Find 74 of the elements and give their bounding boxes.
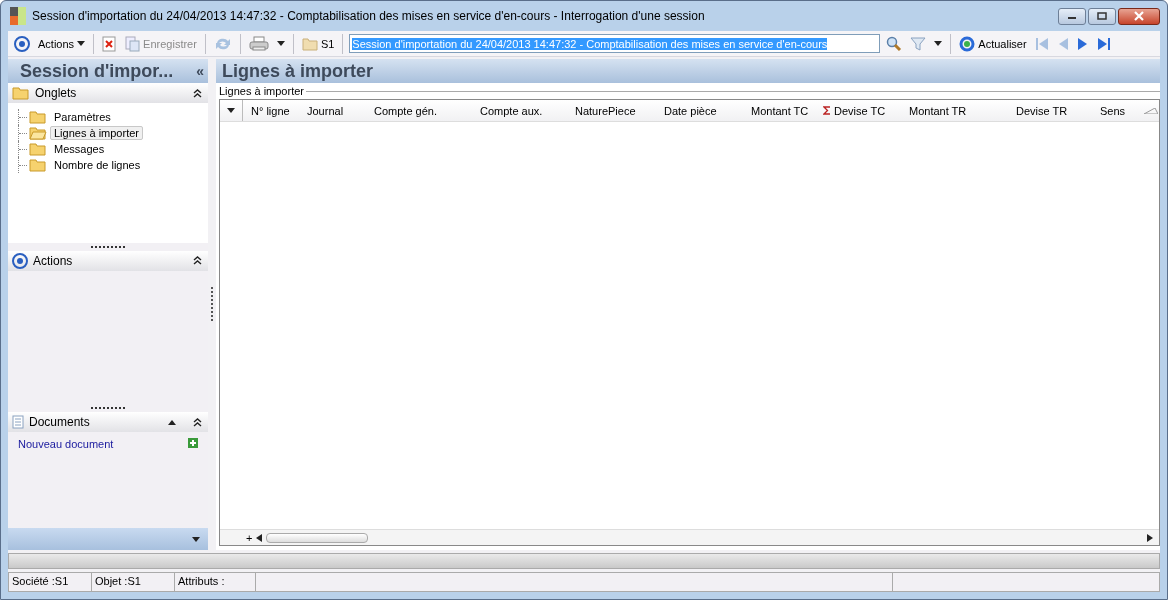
caret-up-icon[interactable]	[168, 419, 177, 425]
column-header[interactable]: Date pièce	[656, 104, 743, 117]
folder-icon	[301, 36, 318, 51]
maximize-icon	[1097, 12, 1107, 20]
scroll-left-icon[interactable]	[256, 533, 263, 542]
column-header[interactable]: Sens	[1092, 104, 1142, 117]
new-document-link[interactable]: Nouveau document	[18, 438, 114, 450]
column-header[interactable]: Devise TR	[1008, 104, 1092, 117]
close-button[interactable]	[1118, 7, 1160, 25]
actions-menu-button[interactable]: Actions	[36, 36, 88, 51]
collapse-icon[interactable]	[193, 88, 202, 98]
status-text: Attributs :	[175, 573, 256, 591]
scrollbar-thumb[interactable]	[266, 532, 369, 543]
section-header[interactable]: Onglets	[8, 83, 208, 103]
delete-icon	[102, 35, 117, 52]
section-header[interactable]: Documents	[8, 412, 208, 432]
folder-icon	[12, 86, 30, 100]
caret-icon	[77, 41, 86, 46]
target-icon	[14, 35, 30, 52]
folder-button[interactable]: S1	[299, 35, 337, 52]
tree-item[interactable]: Nombre de lignes	[50, 158, 145, 172]
collapse-icon[interactable]	[193, 417, 202, 427]
caret-icon	[276, 41, 285, 46]
folder-icon	[29, 110, 47, 124]
next-icon	[1076, 36, 1089, 51]
add-icon[interactable]	[188, 438, 198, 448]
status-text: Objet :S1	[92, 573, 175, 591]
column-header[interactable]: Montant TC	[743, 104, 815, 117]
refresh-icon	[959, 35, 976, 52]
last-icon	[1096, 36, 1111, 51]
expand-icon	[192, 536, 200, 542]
panel-title: Lignes à importer	[216, 59, 1160, 83]
app-icon	[10, 7, 26, 25]
close-icon	[1133, 11, 1145, 21]
column-header[interactable]: Compte gén.	[366, 104, 472, 117]
maximize-button[interactable]	[1088, 7, 1116, 25]
section-header[interactable]: Actions	[8, 250, 208, 271]
column-header[interactable]: Journal	[299, 104, 366, 117]
filter-dropdown-button[interactable]	[932, 40, 945, 47]
sum-icon	[823, 106, 831, 115]
minimize-button[interactable]	[1058, 7, 1086, 25]
first-icon	[1034, 36, 1049, 51]
status-text: Société :S1	[9, 573, 92, 591]
search-icon	[886, 35, 903, 52]
scroll-right-icon[interactable]	[1147, 533, 1153, 542]
window-title: Session d'importation du 24/04/2013 14:47:32 - Comptabilisation des mises en service d'en-cours - Interrogation d'une session	[32, 9, 706, 23]
printer-icon	[248, 35, 269, 52]
document-icon	[12, 415, 24, 429]
filter-icon	[910, 35, 927, 52]
tree-item[interactable]: Paramètres	[50, 110, 115, 124]
open-folder-icon	[29, 126, 47, 140]
folder-icon	[29, 158, 47, 172]
caret-icon	[227, 108, 235, 113]
tree-item[interactable]: Messages	[50, 142, 109, 156]
column-header[interactable]: Devise TC	[815, 104, 901, 117]
add-row-button[interactable]: +	[244, 531, 255, 544]
reload-button[interactable]: Actualiser	[957, 34, 1029, 53]
target-icon	[12, 252, 28, 269]
print-dropdown-button[interactable]	[274, 40, 287, 47]
group-label: Lignes à importer	[219, 85, 304, 97]
tree-item[interactable]: Lignes à importer	[50, 126, 143, 140]
column-header[interactable]: NaturePiece	[567, 104, 656, 117]
caret-icon	[934, 41, 943, 46]
sort-icon	[1144, 107, 1158, 114]
delete-button[interactable]	[100, 34, 119, 53]
collapse-icon[interactable]	[193, 256, 202, 265]
document-icon	[124, 35, 141, 52]
folder-icon	[29, 142, 47, 156]
collapse-button[interactable]: «	[196, 63, 204, 79]
column-header[interactable]: Compte aux.	[472, 104, 567, 117]
panel-title: Session d'impor...	[20, 60, 174, 82]
column-header[interactable]: Montant TR	[901, 104, 1008, 117]
column-header[interactable]: N° ligne	[243, 104, 299, 117]
target-button[interactable]	[12, 34, 32, 53]
